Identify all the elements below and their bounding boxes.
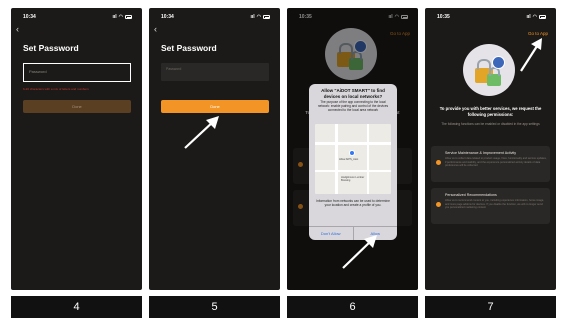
step-caption: 7 [425, 296, 556, 318]
map-label: Hodgkinson Lumber Brewing [341, 176, 365, 182]
network-globe-icon [492, 56, 505, 69]
location-pin-icon [349, 150, 355, 156]
permission-card-title: Service Maintenance & Improvement Activi… [445, 151, 517, 155]
phone-screen-permissions: 10:35 ııl ◠ Go to App To provide you wit… [425, 8, 556, 290]
status-time: 10:35 [437, 14, 450, 20]
signal-icon: ııl [112, 14, 117, 20]
password-error-text: 6-20 characters with a mix of letters an… [23, 87, 89, 91]
phone-screen-set-password-empty: 10:34 ııl ◠ ‹ Set Password Password 6-20… [11, 8, 142, 290]
wifi-icon: ◠ [532, 14, 537, 20]
permission-card-desc: Allow us to collect data related to prod… [445, 157, 547, 168]
password-input[interactable]: Password [161, 63, 269, 81]
pointer-arrow-icon [520, 38, 542, 72]
pointer-arrow-icon [342, 235, 377, 269]
permission-card-recommendations[interactable]: Personalized Recommendations Allow us to… [431, 188, 550, 224]
status-bar: 10:34 ııl ◠ [149, 13, 280, 21]
padlock-small-icon [487, 67, 501, 86]
done-button[interactable]: Done [23, 100, 131, 113]
step-caption: 4 [11, 296, 142, 318]
security-illustration [463, 44, 515, 96]
status-time: 10:34 [161, 14, 174, 20]
location-map: Allow AIPS_Asst Hodgkinson Lumber Brewin… [315, 124, 391, 194]
step-caption: 5 [149, 296, 280, 318]
wifi-icon: ◠ [256, 14, 261, 20]
tutorial-strip: 10:34 ııl ◠ ‹ Set Password Password 6-20… [0, 0, 567, 320]
phone-screen-set-password-filled: 10:34 ııl ◠ ‹ Set Password Password Done [149, 8, 280, 290]
map-label: Allow AIPS_Asst [339, 158, 359, 161]
battery-icon [125, 15, 132, 19]
dialog-title: Allow "AiDOT SMART" to find devices on l… [321, 88, 385, 99]
back-button[interactable]: ‹ [16, 25, 19, 34]
dialog-info: Information from networks can be used to… [316, 199, 390, 208]
wifi-icon: ◠ [118, 14, 123, 20]
signal-icon: ııl [250, 14, 255, 20]
status-time: 10:34 [23, 14, 36, 20]
status-icons: ııl ◠ [526, 14, 546, 20]
signal-icon: ııl [526, 14, 531, 20]
battery-icon [263, 15, 270, 19]
permission-card-service[interactable]: Service Maintenance & Improvement Activi… [431, 146, 550, 182]
permissions-intro-text: To provide you with better services, we … [439, 106, 542, 117]
page-title: Set Password [161, 43, 217, 53]
permissions-sub-text: The following functions can be enabled o… [441, 122, 540, 126]
battery-icon [539, 15, 546, 19]
status-bar: 10:34 ııl ◠ [11, 13, 142, 21]
local-network-permission-dialog: Allow "AiDOT SMART" to find devices on l… [309, 84, 397, 240]
status-icons: ııl ◠ [112, 14, 132, 20]
step-caption: 6 [287, 296, 418, 318]
permission-card-title: Personalized Recommendations [445, 193, 497, 197]
status-bar: 10:35 ııl ◠ [425, 13, 556, 21]
pointer-arrow-icon [184, 116, 219, 149]
permission-card-desc: Allow us to recommend content to you, in… [445, 199, 545, 210]
status-icons: ııl ◠ [250, 14, 270, 20]
toggle-dot-icon[interactable] [436, 202, 441, 207]
dialog-body: The purpose of the app connecting to the… [317, 100, 389, 113]
back-button[interactable]: ‹ [154, 25, 157, 34]
phone-screen-local-network-dialog: 10:35 ııl ◠ Go to App To provide you wit… [287, 8, 418, 290]
password-input[interactable]: Password [23, 63, 131, 82]
toggle-dot-icon[interactable] [436, 160, 441, 165]
page-title: Set Password [23, 43, 79, 53]
